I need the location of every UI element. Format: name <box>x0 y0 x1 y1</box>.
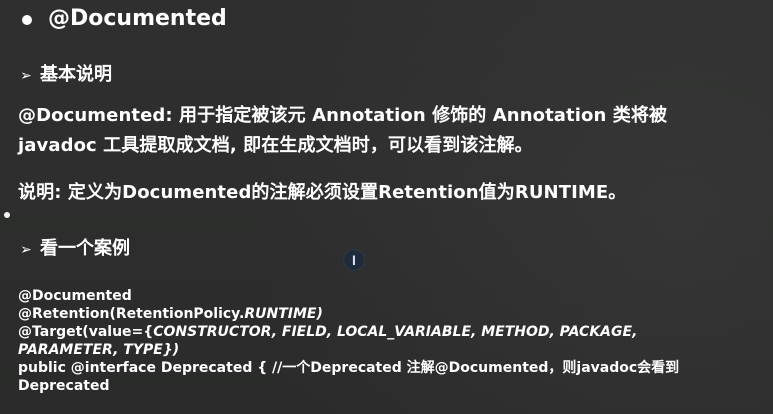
basic-description-line-1: @Documented: 用于指定被该元 Annotation 修饰的 Anno… <box>18 105 668 126</box>
slide-frame: @Documented ➢ 基本说明 @Documented: 用于指定被该元 … <box>0 0 773 414</box>
code-line-3-prefix: @Target(value={ <box>18 324 154 340</box>
basic-description: @Documented: 用于指定被该元 Annotation 修饰的 Anno… <box>18 101 667 161</box>
note-paragraph: 说明: 定义为Documented的注解必须设置Retention值为RUNTI… <box>18 182 627 203</box>
section-heading-basic: ➢ 基本说明 <box>18 66 112 84</box>
code-line-2-suffix: ) <box>316 306 323 322</box>
code-line-4: PARAMETER, TYPE}) <box>18 342 180 358</box>
code-line-6: Deprecated <box>18 378 110 394</box>
section-heading-text: 看一个案例 <box>40 238 130 259</box>
code-line-2-italic: RUNTIME <box>244 306 317 322</box>
section-heading-text: 基本说明 <box>40 64 112 85</box>
section-arrow-icon: ➢ <box>20 242 32 258</box>
code-line-3: @Target(value={CONSTRUCTOR, FIELD, LOCAL… <box>18 323 679 341</box>
text-cursor-glyph: I <box>352 252 356 268</box>
slide-title: @Documented <box>48 6 227 31</box>
slide-title-row: @Documented <box>22 4 227 34</box>
code-line-2-prefix: @Retention(RetentionPolicy. <box>18 306 245 322</box>
code-line-5: public @interface Deprecated { //一个Depre… <box>18 360 680 376</box>
text-cursor-icon: I <box>343 249 365 271</box>
code-line-2: @Retention(RetentionPolicy.RUNTIME) <box>18 305 679 323</box>
code-line-1: @Documented <box>18 288 132 304</box>
section-arrow-icon: ➢ <box>20 68 32 84</box>
left-marker-dot-icon <box>4 212 10 218</box>
basic-description-line-2: javadoc 工具提取成文档, 即在生成文档时，可以看到该注解。 <box>18 135 533 156</box>
title-bullet-icon <box>22 14 32 25</box>
code-line-3-italic: CONSTRUCTOR, FIELD, LOCAL_VARIABLE, METH… <box>153 324 638 340</box>
section-heading-example: ➢ 看一个案例 <box>18 240 130 258</box>
code-block: @Documented @Retention(RetentionPolicy.R… <box>18 287 679 395</box>
